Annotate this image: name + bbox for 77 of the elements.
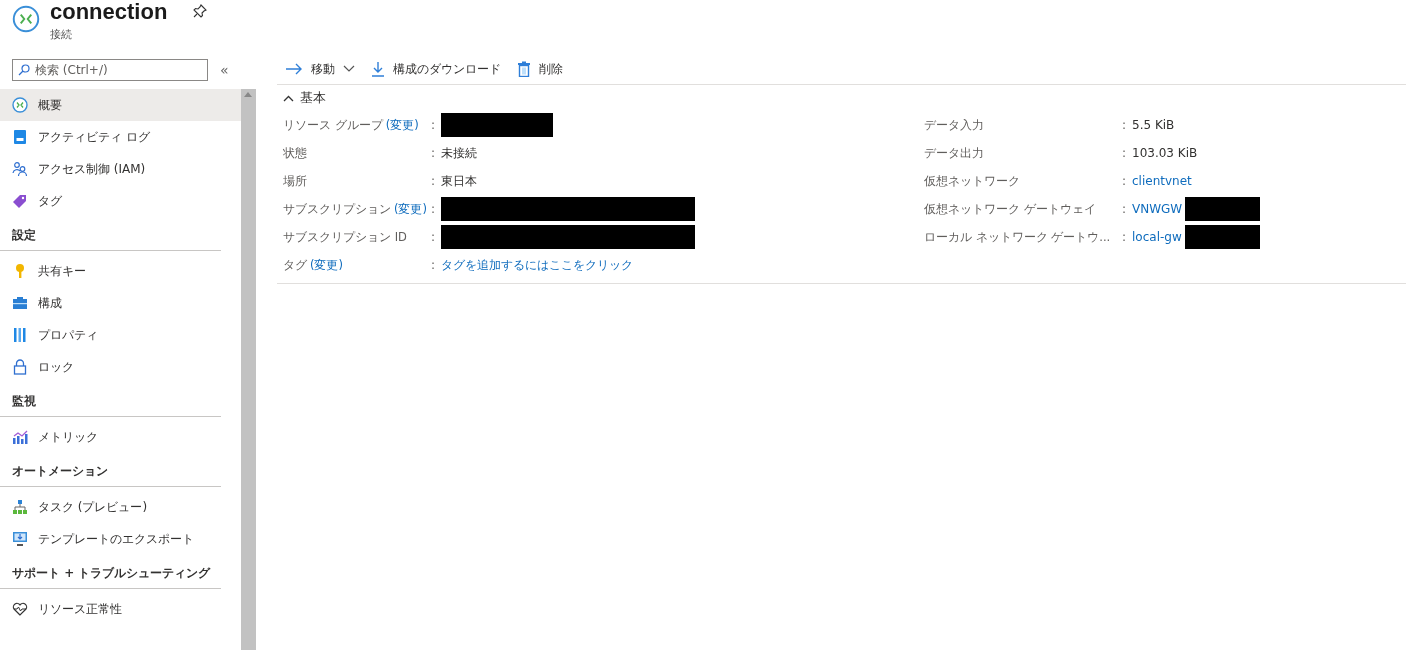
- field-value: 5.5 KiB: [1132, 118, 1175, 132]
- toolbar-button[interactable]: 移動: [285, 60, 355, 78]
- toolbar-button[interactable]: 構成のダウンロード: [371, 60, 501, 78]
- colon-separator: :: [431, 258, 437, 272]
- field-label: サブスクリプション ID: [283, 229, 407, 245]
- collapse-button[interactable]: «: [220, 62, 229, 78]
- sidebar-item[interactable]: メトリック: [0, 421, 241, 453]
- connection-icon: [12, 97, 28, 113]
- colon-separator: :: [431, 118, 437, 132]
- section-heading: サポート + トラブルシューティング: [0, 555, 221, 589]
- toolbox-icon: [12, 296, 28, 310]
- colon-separator: :: [431, 202, 437, 216]
- field-label: リソース グループ: [283, 117, 383, 133]
- section-heading: 監視: [0, 383, 221, 417]
- key-icon: [14, 263, 26, 279]
- field-label: データ入力: [924, 117, 984, 133]
- monitor-icon: [12, 531, 28, 547]
- sidebar-item[interactable]: 構成: [0, 287, 241, 319]
- field-label: 仮想ネットワーク: [924, 173, 1020, 189]
- chart-icon: [12, 429, 28, 445]
- section-heading: オートメーション: [0, 453, 221, 487]
- book-icon: [13, 129, 27, 145]
- lock-icon: [13, 359, 27, 375]
- sidebar-item[interactable]: タスク (プレビュー): [0, 491, 241, 523]
- section-toggle[interactable]: 基本: [277, 85, 332, 111]
- change-link[interactable]: (変更): [310, 257, 343, 273]
- colon-separator: :: [431, 174, 437, 188]
- value-link[interactable]: タグを追加するにはここをクリック: [441, 256, 633, 274]
- sidebar-item[interactable]: 共有キー: [0, 255, 241, 287]
- field-value: 未接続: [441, 144, 477, 162]
- sidebar-item[interactable]: アクティビティ ログ: [0, 121, 241, 153]
- scrollbar[interactable]: [241, 89, 256, 650]
- page-subtitle: 接続: [50, 27, 73, 42]
- tag-icon: [12, 193, 28, 209]
- section-heading: 設定: [0, 217, 221, 251]
- sidebar-item[interactable]: リソース正常性: [0, 593, 241, 625]
- colon-separator: :: [1122, 174, 1128, 188]
- search-field[interactable]: 検索 (Ctrl+/): [12, 59, 208, 81]
- heart-icon: [12, 602, 28, 616]
- field-label: タグ: [283, 257, 307, 273]
- arrow-right-icon: [285, 63, 303, 75]
- people-icon: [12, 161, 28, 177]
- colon-separator: :: [1122, 146, 1128, 160]
- sidebar-item[interactable]: アクセス制御 (IAM): [0, 153, 241, 185]
- sidebar-item[interactable]: プロパティ: [0, 319, 241, 351]
- field-value: 東日本: [441, 172, 477, 190]
- field-label: サブスクリプション: [283, 201, 391, 217]
- colon-separator: :: [1122, 230, 1128, 244]
- value-link[interactable]: VNWGW: [1132, 202, 1183, 216]
- change-link[interactable]: (変更): [394, 201, 427, 217]
- field-label: ローカル ネットワーク ゲートウ...: [924, 229, 1111, 245]
- connection-icon: [12, 5, 40, 33]
- value-link[interactable]: clientvnet: [1132, 174, 1192, 188]
- field-label: 場所: [283, 173, 307, 189]
- field-label: データ出力: [924, 145, 984, 161]
- sidebar-item[interactable]: テンプレートのエクスポート: [0, 523, 241, 555]
- sidebar-item[interactable]: タグ: [0, 185, 241, 217]
- chevron-up-icon: [283, 94, 294, 102]
- pin-icon[interactable]: [193, 4, 208, 18]
- colon-separator: :: [1122, 202, 1128, 216]
- sidebar-item[interactable]: ロック: [0, 351, 241, 383]
- toolbar-button[interactable]: 削除: [517, 60, 563, 78]
- colon-separator: :: [431, 230, 437, 244]
- field-label: 仮想ネットワーク ゲートウェイ: [924, 201, 1096, 217]
- sidebar-item[interactable]: 概要: [0, 89, 241, 121]
- properties-icon: [13, 327, 27, 343]
- field-label: 状態: [283, 145, 307, 161]
- scroll-up-icon[interactable]: [244, 91, 252, 97]
- download-icon: [371, 61, 385, 77]
- field-value: 103.03 KiB: [1132, 146, 1198, 160]
- page-title: connection: [50, 0, 168, 24]
- colon-separator: :: [1122, 118, 1128, 132]
- trash-icon: [517, 61, 531, 77]
- colon-separator: :: [431, 146, 437, 160]
- value-link[interactable]: local-gw: [1132, 230, 1182, 244]
- change-link[interactable]: (変更): [385, 117, 419, 133]
- hierarchy-icon: [12, 499, 28, 515]
